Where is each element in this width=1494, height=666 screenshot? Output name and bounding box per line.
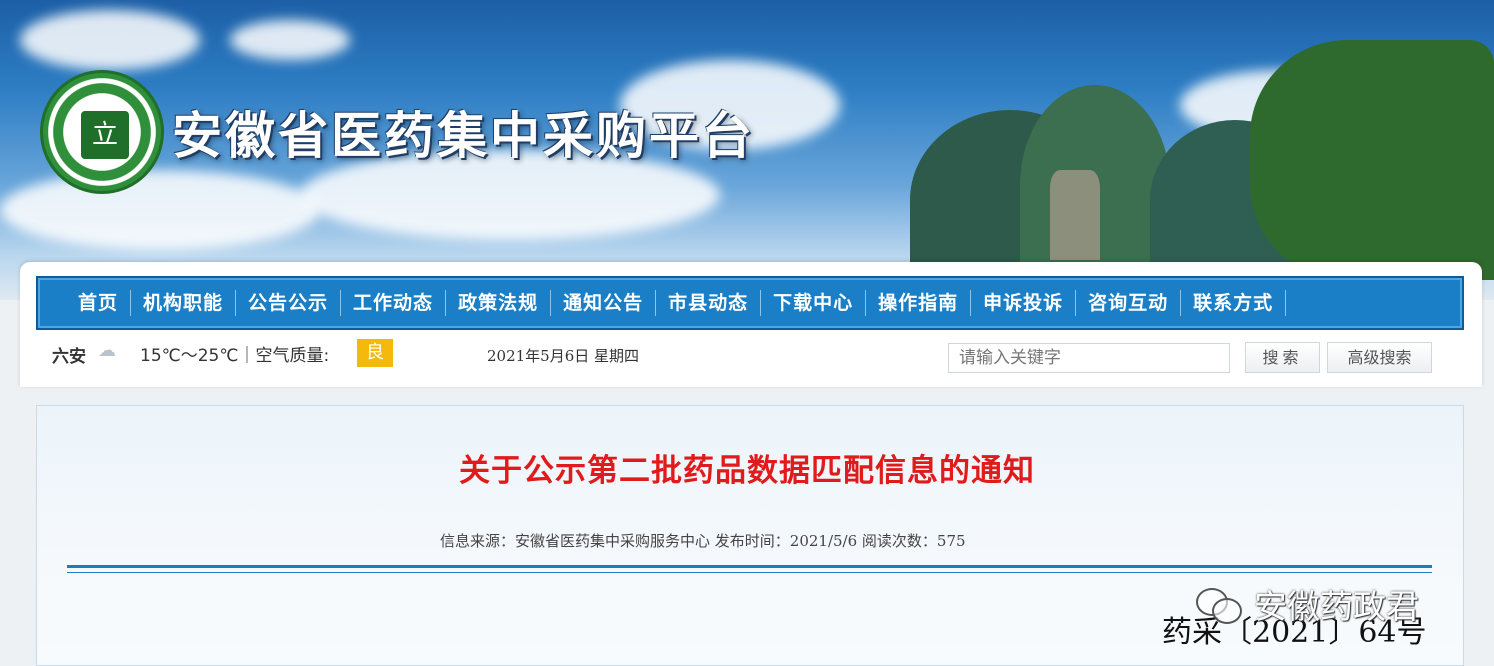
cloud-decoration bbox=[20, 10, 200, 70]
current-date: 2021年5月6日 星期四 bbox=[487, 347, 640, 365]
nav-item-work-news[interactable]: 工作动态 bbox=[341, 290, 447, 316]
nav-item-announcements[interactable]: 公告公示 bbox=[236, 290, 342, 316]
nav-item-policies[interactable]: 政策法规 bbox=[446, 290, 552, 316]
search-input[interactable] bbox=[948, 343, 1230, 373]
nav-item-consult[interactable]: 咨询互动 bbox=[1076, 290, 1182, 316]
watermark-text: 安徽药政君 bbox=[1254, 587, 1419, 626]
search-button[interactable]: 搜索 bbox=[1245, 342, 1320, 373]
weather-city: 六安 bbox=[52, 347, 86, 367]
site-title: 安徽省医药集中采购平台 bbox=[172, 106, 755, 165]
logo-emblem: 立 bbox=[81, 111, 129, 159]
nav-item-guide[interactable]: 操作指南 bbox=[866, 290, 972, 316]
nav-item-notices[interactable]: 通知公告 bbox=[551, 290, 657, 316]
site-logo[interactable]: 立 bbox=[40, 70, 164, 194]
pine-tree-decoration bbox=[1250, 40, 1494, 280]
main-nav: 首页 机构职能 公告公示 工作动态 政策法规 通知公告 市县动态 下载中心 操作… bbox=[36, 276, 1464, 330]
weather-temperature: 15℃～25℃｜空气质量: bbox=[140, 346, 330, 366]
article-title: 关于公示第二批药品数据匹配信息的通知 bbox=[459, 453, 1035, 489]
nav-item-downloads[interactable]: 下载中心 bbox=[761, 290, 867, 316]
article-meta: 信息来源：安徽省医药集中采购服务中心 发布时间：2021/5/6 阅读次数：57… bbox=[440, 532, 966, 550]
nav-item-city-news[interactable]: 市县动态 bbox=[656, 290, 762, 316]
nav-item-home[interactable]: 首页 bbox=[78, 290, 132, 316]
article-divider bbox=[67, 565, 1432, 573]
nav-item-complaints[interactable]: 申诉投诉 bbox=[971, 290, 1077, 316]
nav-item-functions[interactable]: 机构职能 bbox=[131, 290, 237, 316]
rock-decoration bbox=[1050, 170, 1100, 260]
wechat-icon bbox=[1196, 586, 1242, 624]
cloud-decoration bbox=[0, 170, 320, 250]
air-quality-badge: 良 bbox=[357, 339, 393, 367]
advanced-search-button[interactable]: 高级搜索 bbox=[1327, 342, 1432, 373]
nav-item-contact[interactable]: 联系方式 bbox=[1181, 290, 1287, 316]
cloud-icon: ☁ bbox=[98, 340, 116, 361]
watermark: 安徽药政君 bbox=[1196, 580, 1419, 628]
cloud-decoration bbox=[230, 20, 350, 60]
